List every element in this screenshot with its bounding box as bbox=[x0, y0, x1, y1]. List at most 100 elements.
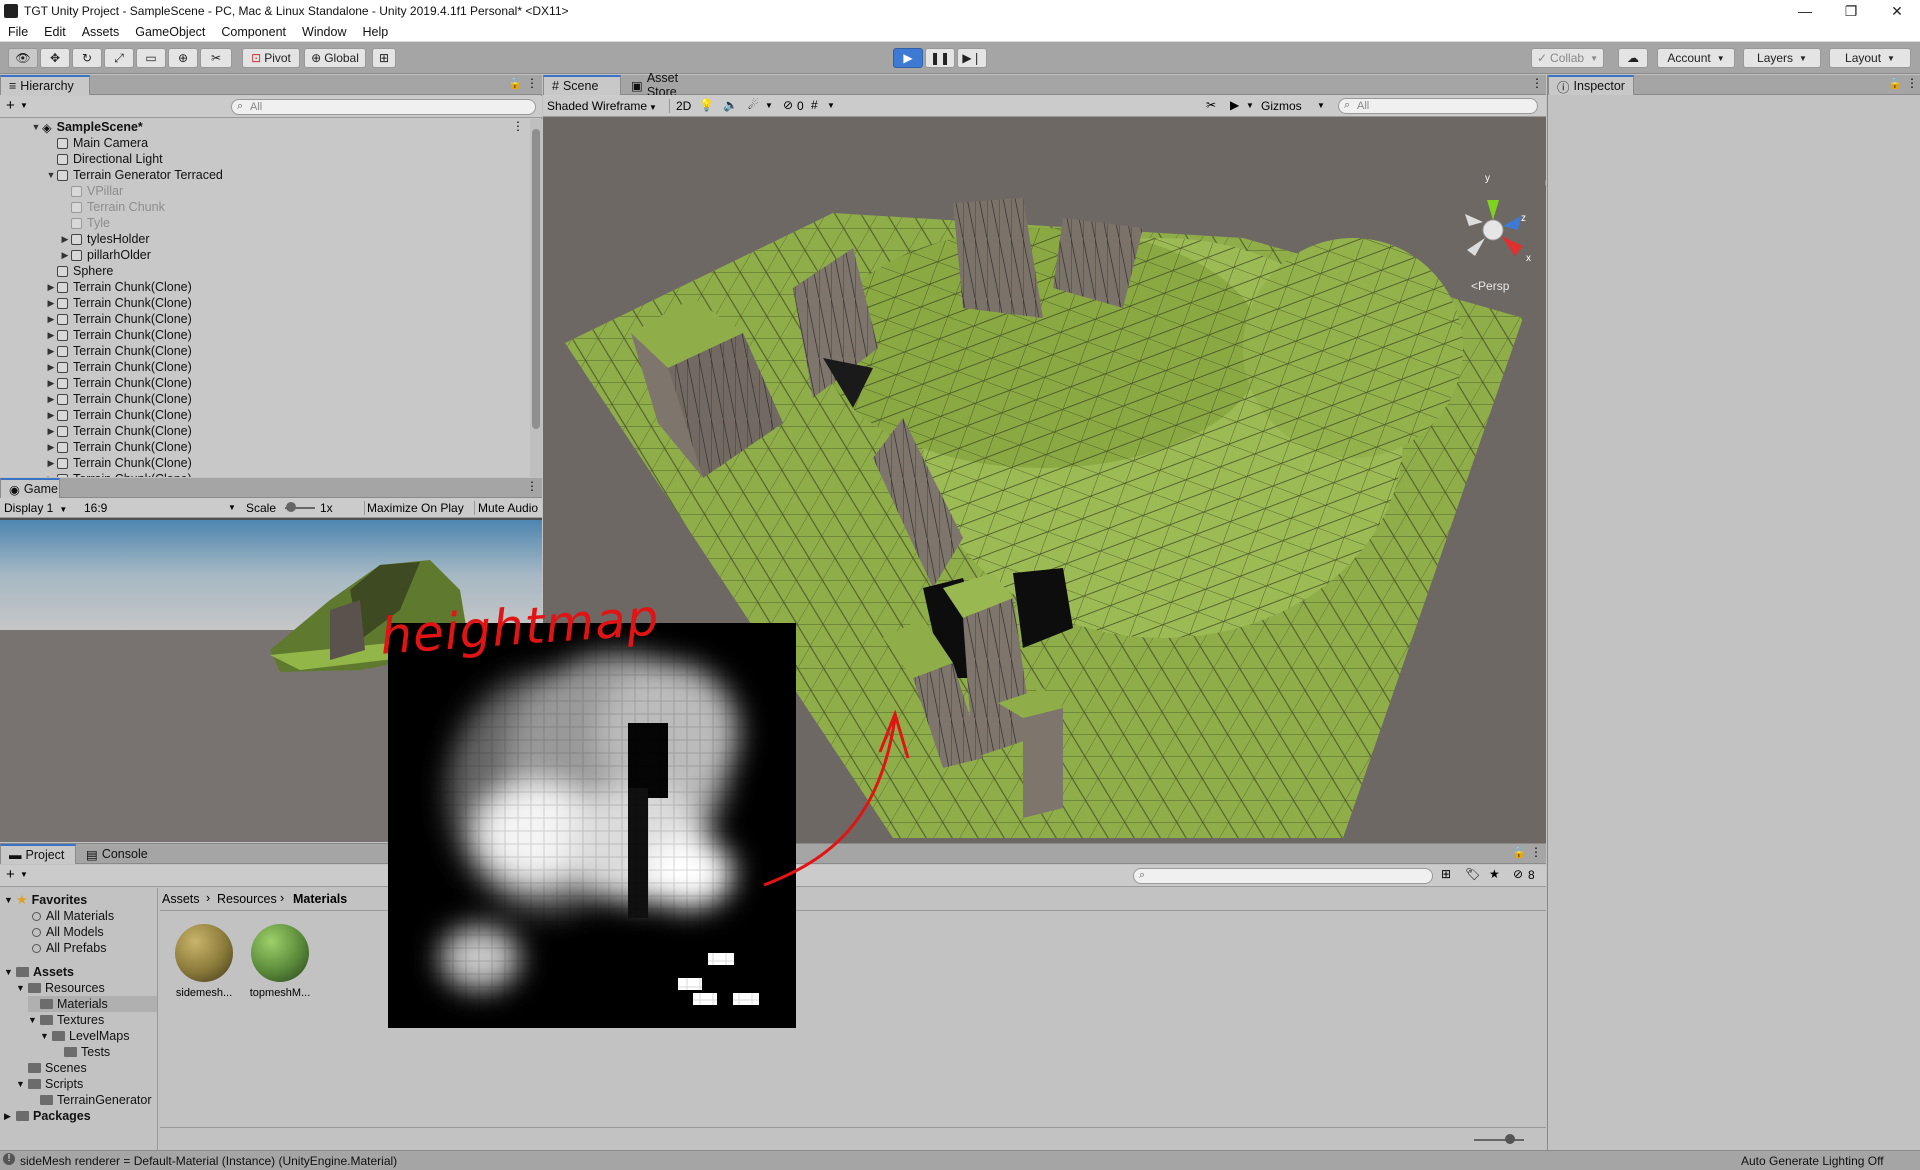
step-button[interactable]: ▶❘ bbox=[957, 48, 987, 68]
project-folder-item[interactable]: Scenes bbox=[16, 1060, 87, 1076]
project-folder-item[interactable]: Materials bbox=[28, 996, 157, 1012]
mute-audio-toggle[interactable]: Mute Audio bbox=[474, 501, 538, 515]
audio-toggle-icon[interactable]: 🔈 bbox=[723, 98, 738, 112]
expand-arrow-icon[interactable]: ▶ bbox=[45, 282, 57, 293]
tab-project[interactable]: ▬ Project bbox=[0, 844, 76, 864]
tab-hierarchy[interactable]: ≡ Hierarchy bbox=[0, 75, 90, 95]
asset-item[interactable]: sidemesh... bbox=[170, 921, 238, 1011]
hierarchy-item[interactable]: ▶ pillarhOlder bbox=[59, 247, 151, 263]
tab-asset-store[interactable]: ▣ Asset Store bbox=[623, 71, 719, 99]
chevron-down-icon[interactable]: ▼ bbox=[20, 101, 28, 110]
scene-root[interactable]: ▼ ◈ SampleScene* bbox=[30, 119, 143, 135]
lighting-toggle-icon[interactable]: 💡 bbox=[699, 98, 714, 112]
expand-arrow-icon[interactable]: ▼ bbox=[28, 1015, 40, 1025]
hierarchy-search-input[interactable]: All bbox=[231, 99, 536, 115]
menu-edit[interactable]: Edit bbox=[36, 25, 74, 39]
camera-icon[interactable]: ▶ bbox=[1230, 98, 1239, 112]
expand-arrow-icon[interactable]: ▶ bbox=[45, 426, 57, 437]
filter-label-icon[interactable]: 🏷 bbox=[1465, 867, 1480, 881]
transform-tool-icon[interactable]: ⊕ bbox=[168, 48, 198, 68]
menu-file[interactable]: File bbox=[0, 25, 36, 39]
breadcrumb-assets[interactable]: Assets bbox=[162, 892, 200, 906]
expand-arrow-icon[interactable]: ▶ bbox=[45, 314, 57, 325]
menu-component[interactable]: Component bbox=[213, 25, 294, 39]
scale-tool-icon[interactable]: ⤢ bbox=[104, 48, 134, 68]
account-dropdown[interactable]: Account ▼ bbox=[1657, 48, 1735, 68]
snap-settings-icon[interactable]: ⊞ bbox=[372, 48, 396, 68]
project-folder-item[interactable]: ▼ Scripts bbox=[16, 1076, 83, 1092]
hierarchy-item[interactable]: ▼ Terrain Generator Terraced bbox=[45, 167, 223, 183]
project-folder-item[interactable]: Tests bbox=[52, 1044, 110, 1060]
hierarchy-item[interactable]: Sphere bbox=[45, 263, 113, 279]
orientation-gizmo[interactable] bbox=[1465, 200, 1523, 256]
project-folder-item[interactable]: TerrainGenerator bbox=[28, 1092, 152, 1108]
breadcrumb-materials[interactable]: Materials bbox=[293, 892, 347, 906]
hierarchy-item[interactable]: ▶ Terrain Chunk(Clone) bbox=[45, 359, 192, 375]
expand-arrow-icon[interactable]: ▼ bbox=[4, 895, 16, 905]
panel-menu-icon[interactable]: ⋮ bbox=[1531, 76, 1543, 90]
gizmo-lock-icon[interactable]: 🔒 bbox=[1543, 176, 1546, 187]
lighting-status[interactable]: Auto Generate Lighting Off bbox=[1741, 1154, 1884, 1168]
hierarchy-item[interactable]: ▶ Terrain Chunk(Clone) bbox=[45, 455, 192, 471]
lock-icon[interactable]: 🔒 bbox=[1512, 846, 1526, 859]
hierarchy-item[interactable]: ▶ Terrain Chunk(Clone) bbox=[45, 423, 192, 439]
hierarchy-item[interactable]: ▶ Terrain Chunk(Clone) bbox=[45, 311, 192, 327]
effects-toggle-icon[interactable]: ☄ bbox=[748, 98, 759, 112]
hierarchy-scrollbar[interactable] bbox=[530, 119, 542, 477]
global-button[interactable]: ⊕ Global bbox=[304, 48, 366, 68]
view-tool-icon[interactable]: 👁 bbox=[8, 48, 38, 68]
hierarchy-item[interactable]: ▶ Terrain Chunk(Clone) bbox=[45, 471, 192, 477]
expand-arrow-icon[interactable]: ▶ bbox=[45, 346, 57, 357]
favorites-node[interactable]: ▼ ★ Favorites bbox=[4, 892, 87, 908]
chevron-down-icon[interactable]: ▼ bbox=[20, 870, 28, 879]
hierarchy-item[interactable]: ▶ Terrain Chunk(Clone) bbox=[45, 391, 192, 407]
project-folder-item[interactable]: ▼ Assets bbox=[4, 964, 74, 980]
create-plus-icon[interactable]: + bbox=[6, 97, 15, 114]
hierarchy-item[interactable]: ▶ Terrain Chunk(Clone) bbox=[45, 439, 192, 455]
expand-arrow-icon[interactable]: ▶ bbox=[45, 410, 57, 421]
hierarchy-item[interactable]: Directional Light bbox=[45, 151, 163, 167]
hidden-objects-icon[interactable]: ⊘ bbox=[783, 98, 793, 112]
hierarchy-item[interactable]: ▶ Terrain Chunk(Clone) bbox=[45, 327, 192, 343]
expand-arrow-icon[interactable]: ▼ bbox=[4, 967, 16, 977]
chevron-down-icon[interactable]: ▼ bbox=[827, 101, 835, 110]
expand-arrow-icon[interactable]: ▶ bbox=[45, 474, 57, 478]
chevron-down-icon[interactable]: ▼ bbox=[1317, 101, 1325, 110]
hierarchy-item[interactable]: ▶ Terrain Chunk(Clone) bbox=[45, 343, 192, 359]
project-folder-item[interactable]: ▶ Packages bbox=[4, 1108, 91, 1124]
filter-type-icon[interactable]: ⊞ bbox=[1441, 867, 1451, 881]
project-search-input[interactable] bbox=[1133, 868, 1433, 884]
tab-console[interactable]: ▤ Console bbox=[78, 844, 164, 864]
expand-arrow-icon[interactable]: ▶ bbox=[45, 330, 57, 341]
layers-dropdown[interactable]: Layers ▼ bbox=[1743, 48, 1821, 68]
tab-inspector[interactable]: ⓘ Inspector bbox=[1548, 75, 1634, 95]
play-button[interactable]: ▶ bbox=[893, 48, 923, 68]
tab-scene[interactable]: # Scene bbox=[543, 75, 621, 95]
project-folder-item[interactable]: ▼ LevelMaps bbox=[40, 1028, 129, 1044]
asset-item[interactable]: topmeshM... bbox=[246, 921, 314, 1011]
scene-menu-icon[interactable]: ⋮ bbox=[512, 119, 524, 133]
expand-arrow-icon[interactable]: ▼ bbox=[40, 1031, 52, 1041]
expand-arrow-icon[interactable]: ▶ bbox=[45, 298, 57, 309]
pivot-button[interactable]: ⊡ Pivot bbox=[242, 48, 300, 68]
menu-window[interactable]: Window bbox=[294, 25, 354, 39]
project-folder-item[interactable]: ▼ Resources bbox=[16, 980, 105, 996]
hierarchy-item[interactable]: Terrain Chunk bbox=[59, 199, 165, 215]
favorite-item[interactable]: All Prefabs bbox=[32, 940, 106, 956]
icon-size-slider[interactable] bbox=[1474, 1139, 1524, 1141]
scene-search-input[interactable]: All bbox=[1338, 98, 1538, 114]
pause-button[interactable]: ❚❚ bbox=[925, 48, 955, 68]
menu-assets[interactable]: Assets bbox=[74, 25, 128, 39]
expand-arrow-icon[interactable]: ▶ bbox=[4, 1111, 16, 1122]
expand-arrow-icon[interactable]: ▶ bbox=[45, 394, 57, 405]
cloud-icon[interactable]: ☁ bbox=[1618, 48, 1648, 68]
favorite-item[interactable]: All Materials bbox=[32, 908, 114, 924]
panel-menu-icon[interactable]: ⋮ bbox=[526, 76, 538, 90]
chevron-down-icon[interactable]: ▼ bbox=[765, 101, 773, 110]
gizmos-dropdown[interactable]: Gizmos bbox=[1261, 99, 1302, 113]
move-tool-icon[interactable]: ✥ bbox=[40, 48, 70, 68]
hidden-packages-icon[interactable]: ⊘ bbox=[1513, 867, 1523, 881]
hierarchy-item[interactable]: ▶ Terrain Chunk(Clone) bbox=[45, 279, 192, 295]
favorite-star-icon[interactable]: ★ bbox=[1489, 867, 1500, 881]
panel-menu-icon[interactable]: ⋮ bbox=[1906, 76, 1918, 90]
